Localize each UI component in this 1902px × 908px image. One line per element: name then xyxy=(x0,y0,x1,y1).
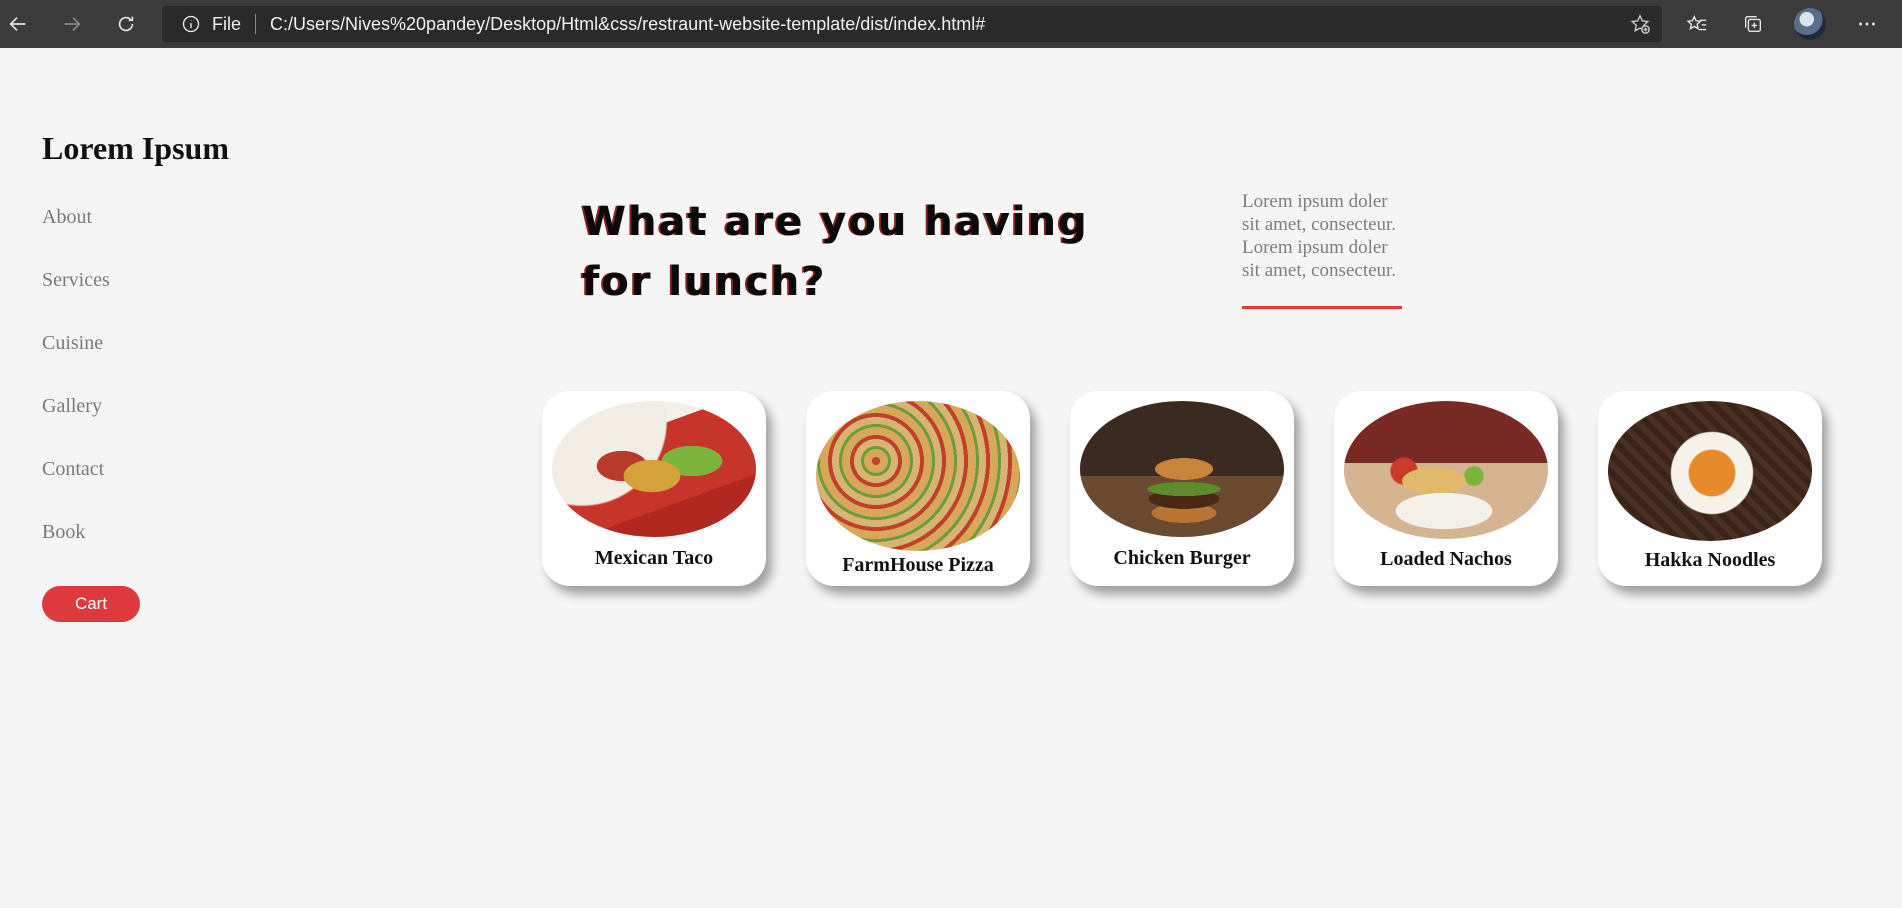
dish-name: Loaded Nachos xyxy=(1380,548,1512,570)
dish-name: Mexican Taco xyxy=(594,547,714,569)
profile-avatar[interactable] xyxy=(1794,8,1826,40)
divider xyxy=(255,14,257,34)
url-text[interactable]: C:/Users/Nives%20pandey/Desktop/Html&css… xyxy=(270,14,985,35)
dish-card-noodles[interactable]: Hakka Noodles xyxy=(1598,391,1822,586)
dish-name: Chicken Burger xyxy=(1113,547,1251,569)
sidebar-item-cuisine[interactable]: Cuisine xyxy=(42,332,110,395)
refresh-icon[interactable] xyxy=(110,10,142,38)
burger-image xyxy=(1080,401,1284,537)
collections-icon[interactable] xyxy=(1738,10,1768,38)
hero-title: What are you having for lunch? xyxy=(582,199,1089,305)
noodles-image xyxy=(1608,401,1812,541)
dish-card-pizza[interactable]: FarmHouse Pizza xyxy=(806,391,1030,586)
favorites-icon[interactable] xyxy=(1682,10,1712,38)
hero-description: Lorem ipsum doler sit amet, consecteur. … xyxy=(1242,191,1397,281)
sidebar-item-about[interactable]: About xyxy=(42,206,110,269)
browser-toolbar: File C:/Users/Nives%20pandey/Desktop/Htm… xyxy=(0,0,1902,48)
add-favorite-icon[interactable] xyxy=(1628,13,1652,35)
dish-name: FarmHouse Pizza xyxy=(842,554,994,576)
info-icon[interactable] xyxy=(180,13,202,35)
pizza-image xyxy=(816,401,1020,551)
forward-icon[interactable] xyxy=(56,10,88,38)
sidebar-item-gallery[interactable]: Gallery xyxy=(42,395,110,458)
sidebar-nav: About Services Cuisine Gallery Contact B… xyxy=(42,206,110,584)
brand-logo[interactable]: Lorem Ipsum xyxy=(42,130,229,167)
cart-button[interactable]: Cart xyxy=(42,586,140,622)
dish-name: Hakka Noodles xyxy=(1644,549,1776,571)
sidebar-item-services[interactable]: Services xyxy=(42,269,110,332)
address-bar[interactable]: File C:/Users/Nives%20pandey/Desktop/Htm… xyxy=(162,6,1662,42)
dish-card-burger[interactable]: Chicken Burger xyxy=(1070,391,1294,586)
sidebar-item-book[interactable]: Book xyxy=(42,521,110,584)
taco-image xyxy=(552,401,756,537)
back-icon[interactable] xyxy=(2,10,34,38)
sidebar-item-contact[interactable]: Contact xyxy=(42,458,110,521)
more-icon[interactable] xyxy=(1852,10,1882,38)
accent-underline xyxy=(1242,306,1402,309)
dish-card-nachos[interactable]: Loaded Nachos xyxy=(1334,391,1558,586)
file-label: File xyxy=(212,13,242,34)
dish-card-taco[interactable]: Mexican Taco xyxy=(542,391,766,586)
nachos-image xyxy=(1344,401,1548,539)
